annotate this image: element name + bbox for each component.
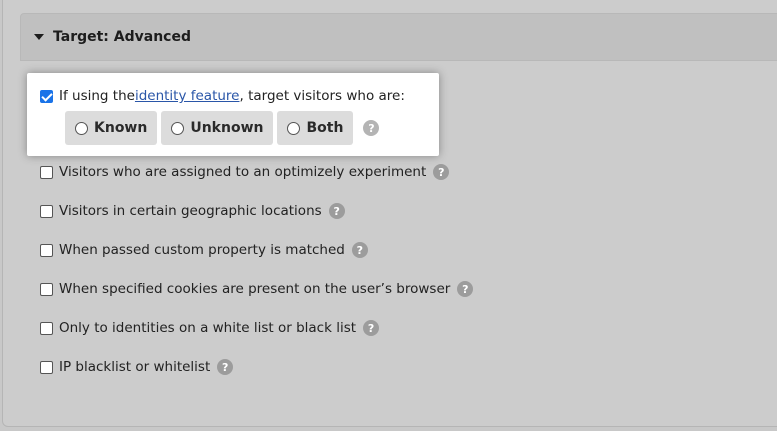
option-row-identity-list: Only to identities on a white list or bl… (40, 320, 380, 336)
radio-circle-icon (75, 121, 88, 135)
radio-label: Both (306, 120, 344, 136)
section-header-target-advanced[interactable]: Target: Advanced (20, 13, 777, 61)
identity-option-row: If using the identity feature , target v… (40, 88, 405, 104)
option-label: Only to identities on a white list or bl… (59, 320, 357, 336)
geographic-checkbox[interactable] (40, 204, 53, 218)
option-row-geographic: Visitors in certain geographic locations… (40, 203, 345, 219)
radio-circle-icon (287, 121, 301, 135)
radio-circle-icon (171, 121, 185, 135)
help-icon[interactable]: ? (363, 320, 380, 336)
custom-property-checkbox[interactable] (40, 243, 53, 257)
identity-list-checkbox[interactable] (40, 321, 53, 335)
option-label: Visitors in certain geographic locations (59, 203, 322, 219)
option-row-cookies: When specified cookies are present on th… (40, 281, 474, 297)
optimizely-checkbox[interactable] (40, 165, 53, 179)
help-icon[interactable]: ? (351, 242, 368, 258)
identity-suffix-text: , target visitors who are: (239, 88, 405, 104)
option-label: When specified cookies are present on th… (59, 281, 451, 297)
section-title: Target: Advanced (53, 29, 191, 45)
identity-prefix-text: If using the (59, 88, 135, 104)
help-icon[interactable]: ? (328, 203, 345, 219)
help-icon[interactable]: ? (363, 120, 380, 136)
radio-label: Unknown (190, 120, 264, 136)
option-label: IP blacklist or whitelist (59, 359, 211, 375)
option-row-custom-property: When passed custom property is matched ? (40, 242, 368, 258)
help-icon[interactable]: ? (217, 359, 234, 375)
radio-label: Known (94, 120, 148, 136)
identity-checkbox[interactable] (40, 89, 53, 103)
help-icon[interactable]: ? (457, 281, 474, 297)
radio-unknown[interactable]: Unknown (161, 111, 274, 145)
option-label: When passed custom property is matched (59, 242, 345, 258)
caret-down-icon (34, 34, 44, 40)
identity-radio-group: Known Unknown Both ? (65, 111, 380, 145)
identity-feature-link[interactable]: identity feature (135, 88, 240, 104)
ip-list-checkbox[interactable] (40, 360, 53, 374)
option-row-ip-list: IP blacklist or whitelist ? (40, 359, 234, 375)
radio-both[interactable]: Both (277, 111, 354, 145)
option-label: Visitors who are assigned to an optimize… (59, 164, 427, 180)
help-icon[interactable]: ? (433, 164, 450, 180)
radio-known[interactable]: Known (65, 111, 158, 145)
cookies-checkbox[interactable] (40, 282, 53, 296)
option-row-optimizely: Visitors who are assigned to an optimize… (40, 164, 450, 180)
